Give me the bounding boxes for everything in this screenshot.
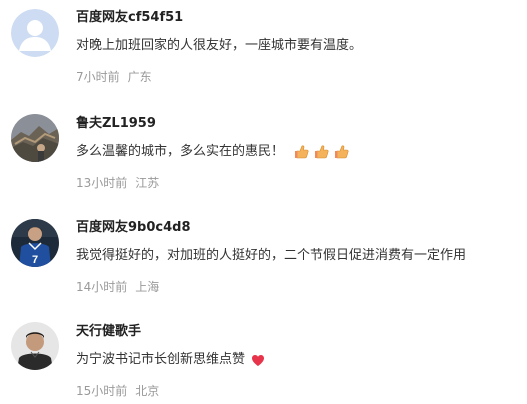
comment-text: 为宁波书记市长创新思维点赞 bbox=[76, 351, 265, 369]
man-portrait-photo[interactable] bbox=[11, 322, 59, 370]
football-player-photo[interactable]: 7 bbox=[11, 219, 59, 267]
username[interactable]: 天行健歌手 bbox=[76, 324, 141, 340]
comment-text-body: 对晚上加班回家的人很友好，一座城市要有温度。 bbox=[76, 38, 363, 53]
comment-item: 天行健歌手 为宁波书记市长创新思维点赞 15小时前 北京 bbox=[0, 315, 527, 404]
comment-meta: 7小时前 广东 bbox=[76, 70, 152, 84]
comment-item: 鲁夫ZL1959 多么温馨的城市，多么实在的惠民！ 13小时前 江苏 bbox=[0, 105, 527, 205]
username[interactable]: 百度网友9b0c4d8 bbox=[76, 220, 191, 236]
comment-meta: 15小时前 北京 bbox=[76, 384, 159, 398]
comment-location: 北京 bbox=[135, 384, 160, 398]
comment-list: 百度网友cf54f51 对晚上加班回家的人很友好，一座城市要有温度。 7小时前广… bbox=[0, 0, 527, 404]
comment-item: 7 百度网友9b0c4d8 我觉得挺好的，对加班的人挺好的，二个节假日促进消费有… bbox=[0, 210, 527, 310]
thumbs-up-icon bbox=[334, 144, 350, 160]
comment-time: 15小时前 bbox=[76, 384, 128, 398]
comment-text: 我觉得挺好的，对加班的人挺好的，二个节假日促进消费有一定作用 bbox=[76, 247, 466, 265]
username[interactable]: 鲁夫ZL1959 bbox=[76, 116, 156, 132]
comment-text-body: 为宁波书记市长创新思维点赞 bbox=[76, 352, 246, 367]
comment-time: 7小时前 bbox=[76, 70, 120, 84]
comment-time: 13小时前 bbox=[76, 176, 128, 190]
comment-meta: 14小时前 上海 bbox=[76, 280, 159, 294]
comment-location: 上海 bbox=[135, 280, 160, 294]
jersey-number: 7 bbox=[32, 254, 38, 266]
comment-text-body: 多么温馨的城市，多么实在的惠民！ bbox=[76, 144, 285, 159]
comment-text-body: 我觉得挺好的，对加班的人挺好的，二个节假日促进消费有一定作用 bbox=[76, 248, 467, 263]
thumbs-up-icon bbox=[294, 144, 310, 160]
great-wall-photo[interactable] bbox=[11, 114, 59, 162]
comment-meta: 13小时前 江苏 bbox=[76, 176, 159, 190]
thumbs-up-icon bbox=[314, 144, 330, 160]
username[interactable]: 百度网友cf54f51 bbox=[76, 10, 183, 26]
comment-text: 对晚上加班回家的人很友好，一座城市要有温度。 bbox=[76, 37, 362, 55]
default-user-icon[interactable] bbox=[11, 9, 59, 57]
comment-time: 14小时前 bbox=[76, 280, 128, 294]
heart-icon bbox=[251, 354, 265, 367]
comment-location: 江苏 bbox=[135, 176, 160, 190]
comment-text: 多么温馨的城市，多么实在的惠民！ bbox=[76, 143, 350, 161]
comment-location: 广东 bbox=[127, 70, 152, 84]
comment-item: 百度网友cf54f51 对晚上加班回家的人很友好，一座城市要有温度。 7小时前广… bbox=[0, 0, 527, 100]
